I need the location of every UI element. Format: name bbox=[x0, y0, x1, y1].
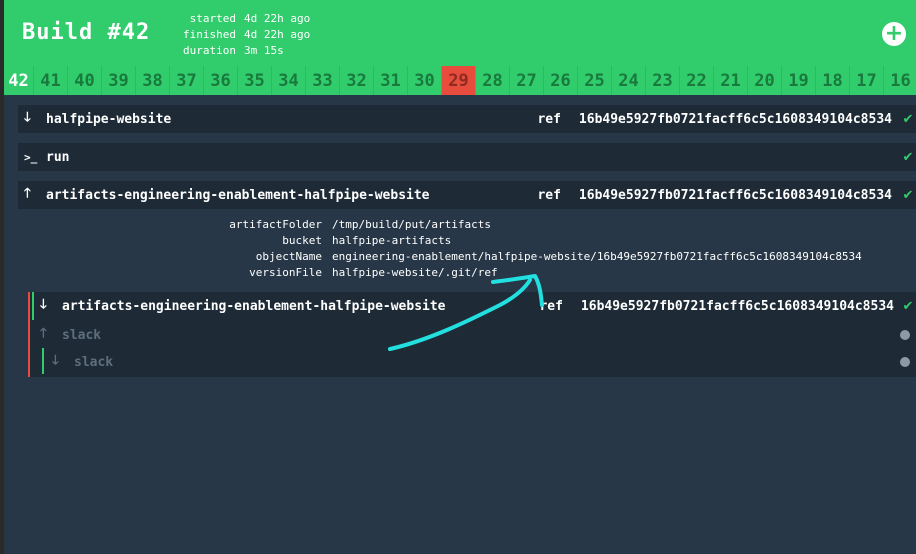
resource-name: slack bbox=[74, 354, 114, 370]
ref-sha: 16b49e5927fb0721facff6c5c1608349104c8534 bbox=[580, 298, 894, 314]
finished-label: finished bbox=[183, 28, 236, 41]
duration-label: duration bbox=[183, 44, 236, 57]
arrow-down-icon: 🡓 bbox=[52, 353, 59, 368]
task-name: run bbox=[46, 149, 70, 165]
build-tab-20[interactable]: 20 bbox=[748, 66, 782, 95]
resource-name: slack bbox=[62, 327, 102, 343]
build-tab-22[interactable]: 22 bbox=[680, 66, 714, 95]
build-tab-36[interactable]: 36 bbox=[204, 66, 238, 95]
check-icon: ✔ bbox=[902, 149, 914, 165]
arrow-up-icon: 🡑 bbox=[24, 186, 31, 201]
build-body: 🡓 halfpipe-website ref 16b49e5927fb0721f… bbox=[0, 95, 916, 554]
resource-halfpipe-website[interactable]: 🡓 halfpipe-website ref 16b49e5927fb0721f… bbox=[18, 105, 916, 133]
ref-sha: 16b49e5927fb0721facff6c5c1608349104c8534 bbox=[578, 111, 892, 127]
build-title: Build #42 bbox=[22, 20, 151, 45]
resource-name: artifacts-engineering-enablement-halfpip… bbox=[46, 187, 430, 203]
build-tab-39[interactable]: 39 bbox=[102, 66, 136, 95]
build-tab-16[interactable]: 16 bbox=[884, 66, 916, 95]
check-icon: ✔ bbox=[902, 187, 914, 203]
build-tab-37[interactable]: 37 bbox=[170, 66, 204, 95]
arrow-down-icon: 🡓 bbox=[40, 297, 47, 312]
build-tab-26[interactable]: 26 bbox=[544, 66, 578, 95]
build-tab-31[interactable]: 31 bbox=[374, 66, 408, 95]
ref-label: ref bbox=[537, 111, 561, 127]
build-tab-23[interactable]: 23 bbox=[646, 66, 680, 95]
pending-dot-icon bbox=[900, 357, 910, 367]
started-value: 4d 22h ago bbox=[244, 12, 311, 25]
build-tab-35[interactable]: 35 bbox=[238, 66, 272, 95]
meta-key: objectName bbox=[255, 250, 322, 263]
finished-value: 4d 22h ago bbox=[244, 28, 311, 41]
ref-label: ref bbox=[539, 298, 563, 314]
build-tab-34[interactable]: 34 bbox=[272, 66, 306, 95]
arrow-up-icon: 🡑 bbox=[40, 326, 47, 341]
build-tab-28[interactable]: 28 bbox=[476, 66, 510, 95]
build-tab-17[interactable]: 17 bbox=[850, 66, 884, 95]
status-line bbox=[42, 348, 44, 374]
build-tab-24[interactable]: 24 bbox=[612, 66, 646, 95]
resource-artifacts-put[interactable]: 🡑 artifacts-engineering-enablement-halfp… bbox=[18, 181, 916, 209]
terminal-icon: >_ bbox=[24, 150, 38, 164]
build-tab-18[interactable]: 18 bbox=[816, 66, 850, 95]
task-run[interactable]: >_ run ✔ bbox=[18, 143, 916, 171]
build-tab-29[interactable]: 29 bbox=[442, 66, 476, 95]
resource-name: artifacts-engineering-enablement-halfpip… bbox=[62, 298, 446, 314]
nested-step-group: 🡓 artifacts-engineering-enablement-halfp… bbox=[28, 292, 916, 377]
build-header: Build #42 started 4d 22h ago finished 4d 2… bbox=[0, 0, 916, 66]
check-icon: ✔ bbox=[902, 111, 914, 127]
build-tab-40[interactable]: 40 bbox=[68, 66, 102, 95]
meta-value: halfpipe-artifacts bbox=[332, 234, 452, 247]
plus-circle-icon: + bbox=[884, 21, 904, 46]
duration-value: 3m 15s bbox=[244, 44, 284, 57]
build-tab-33[interactable]: 33 bbox=[306, 66, 340, 95]
build-tab-38[interactable]: 38 bbox=[136, 66, 170, 95]
started-label: started bbox=[189, 12, 236, 25]
build-tab-25[interactable]: 25 bbox=[578, 66, 612, 95]
build-tab-21[interactable]: 21 bbox=[714, 66, 748, 95]
resource-name: halfpipe-website bbox=[46, 111, 172, 127]
arrow-down-icon: 🡓 bbox=[24, 110, 31, 125]
meta-key: artifactFolder bbox=[229, 218, 322, 231]
resource-slack-get[interactable]: 🡓 slack bbox=[46, 349, 916, 375]
build-tabs: 42 41 40 39 38 37 36 35 34 33 32 31 30 29 28 27 26 25 24 23… bbox=[0, 66, 916, 95]
meta-key: versionFile bbox=[249, 266, 322, 279]
meta-key: bucket bbox=[282, 234, 322, 247]
build-tab-32[interactable]: 32 bbox=[340, 66, 374, 95]
ref-label: ref bbox=[537, 187, 561, 203]
trigger-build-button[interactable]: + bbox=[882, 22, 906, 46]
resource-metadata: artifactFolder/tmp/build/put/artifacts b… bbox=[18, 217, 916, 281]
resource-slack-put[interactable]: 🡑 slack bbox=[34, 322, 916, 348]
meta-value: engineering-enablement/halfpipe-website/… bbox=[332, 250, 862, 263]
meta-value: halfpipe-website/.git/ref bbox=[332, 266, 498, 279]
build-tab-41[interactable]: 41 bbox=[34, 66, 68, 95]
build-tab-27[interactable]: 27 bbox=[510, 66, 544, 95]
build-tab-42[interactable]: 42 bbox=[4, 66, 34, 95]
check-icon: ✔ bbox=[902, 298, 914, 314]
resource-artifacts-get[interactable]: 🡓 artifacts-engineering-enablement-halfp… bbox=[34, 292, 916, 320]
ref-sha: 16b49e5927fb0721facff6c5c1608349104c8534 bbox=[578, 187, 892, 203]
build-tab-19[interactable]: 19 bbox=[782, 66, 816, 95]
build-times: started 4d 22h ago finished 4d 22h ago dur… bbox=[176, 11, 310, 59]
build-tab-30[interactable]: 30 bbox=[408, 66, 442, 95]
pending-dot-icon bbox=[900, 330, 910, 340]
meta-value: /tmp/build/put/artifacts bbox=[332, 218, 491, 231]
